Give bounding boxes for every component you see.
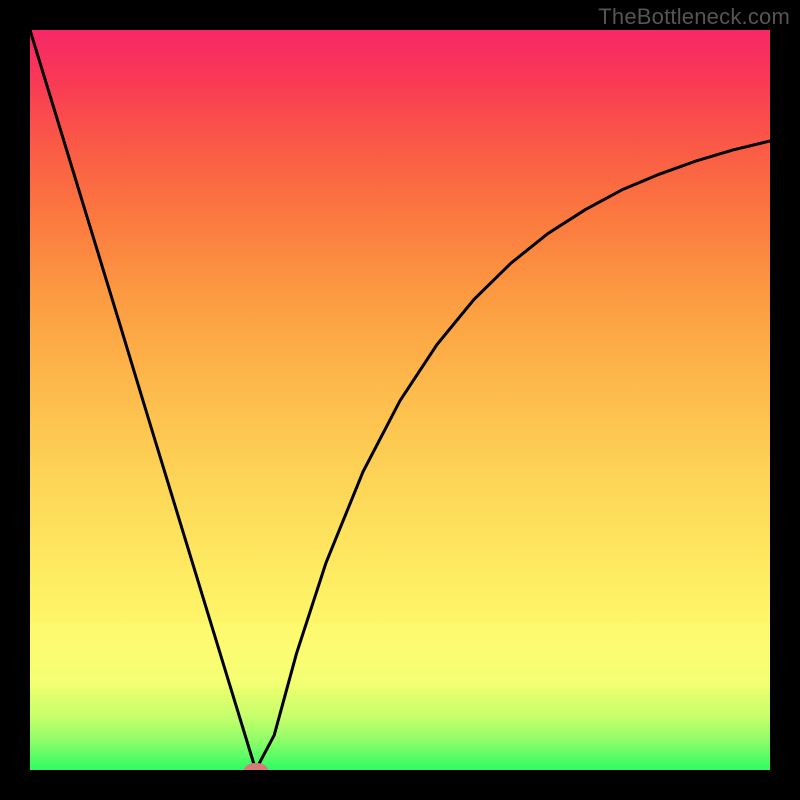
chart-frame: TheBottleneck.com [0, 0, 800, 800]
plot-area [30, 30, 770, 770]
curve-layer [30, 30, 770, 770]
watermark-text: TheBottleneck.com [598, 4, 790, 30]
minimum-marker [244, 763, 268, 770]
bottleneck-curve [30, 30, 770, 770]
